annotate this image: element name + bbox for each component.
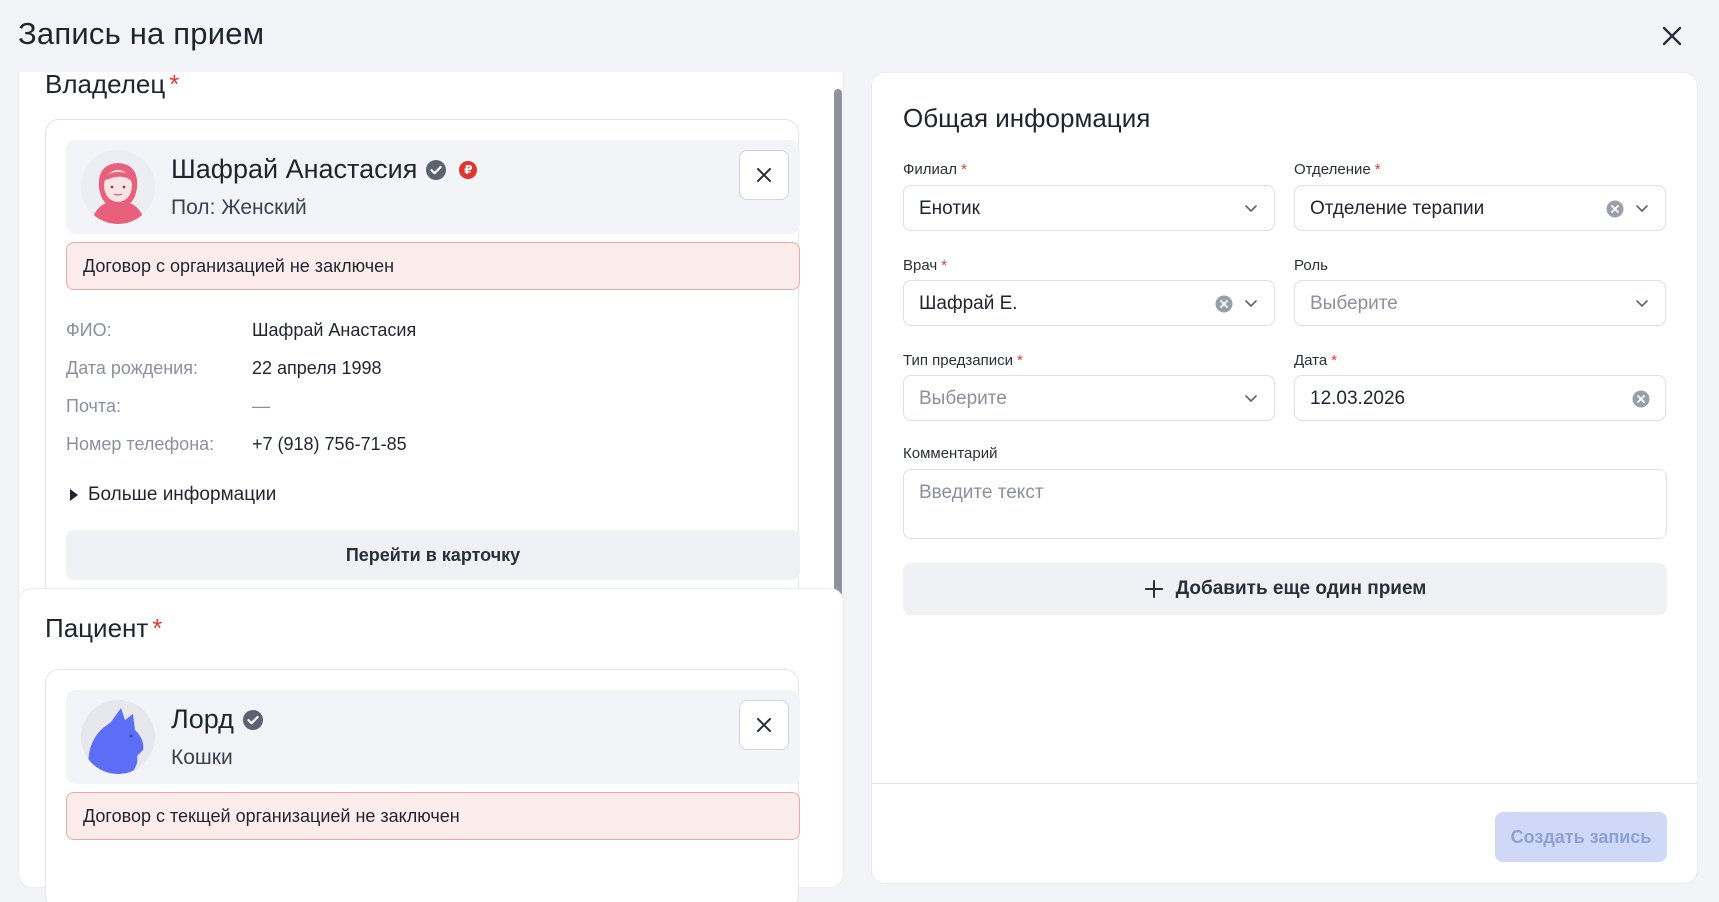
- comment-textarea[interactable]: Введите текст: [903, 469, 1667, 539]
- close-icon: [757, 168, 771, 182]
- info-label: Номер телефона:: [66, 434, 215, 454]
- create-record-button[interactable]: Создать запись: [1495, 812, 1667, 862]
- chevron-down-icon: [1245, 300, 1257, 308]
- required-mark: *: [1331, 352, 1338, 369]
- left-column: Владелец * Шафрай Анастасия ₽ Пол: Женск…: [18, 72, 844, 902]
- branch-label: Филиал *: [903, 161, 967, 178]
- department-select[interactable]: Отделение терапии: [1294, 185, 1666, 231]
- patient-card: Лорд Кошки Договор с текщей организацией…: [45, 669, 800, 902]
- plus-icon: [1144, 580, 1163, 598]
- role-label: Роль: [1294, 257, 1328, 274]
- info-value: +7 (918) 756-71-85: [252, 434, 407, 454]
- remove-patient-button[interactable]: [739, 700, 789, 750]
- owner-info: ФИО: Шафрай Анастасия Дата рождения: 22 …: [66, 320, 766, 472]
- verified-icon: [426, 159, 447, 180]
- info-value: 22 апреля 1998: [252, 358, 382, 378]
- owner-panel: Владелец * Шафрай Анастасия ₽ Пол: Женск…: [18, 72, 844, 632]
- doctor-value: Шафрай Е.: [919, 293, 1018, 314]
- pre-type-select[interactable]: Выберите: [903, 375, 1275, 421]
- footer-divider: [872, 783, 1697, 784]
- chevron-down-icon: [1636, 205, 1648, 213]
- owner-summary: Шафрай Анастасия ₽ Пол: Женский: [66, 140, 800, 234]
- info-row: ФИО: Шафрай Анастасия: [66, 320, 766, 358]
- label-text: Филиал: [903, 161, 958, 178]
- department-value: Отделение терапии: [1310, 198, 1485, 219]
- branch-value: Енотик: [919, 198, 980, 219]
- general-info-panel: Общая информация Филиал * Енотик Отделени…: [871, 72, 1698, 884]
- owner-contract-warning: Договор с организацией не заключен: [66, 242, 800, 290]
- required-mark: *: [941, 257, 948, 274]
- patient-section-title: Пациент *: [45, 613, 162, 644]
- verified-icon: [242, 709, 263, 730]
- pre-type-placeholder: Выберите: [919, 388, 1007, 409]
- close-modal-button[interactable]: [1656, 20, 1688, 52]
- chevron-down-icon: [1636, 300, 1648, 308]
- info-label: Дата рождения:: [66, 358, 198, 378]
- info-value: Шафрай Анастасия: [252, 320, 417, 340]
- doctor-label: Врач *: [903, 257, 947, 274]
- ruble-badge-icon: ₽: [459, 160, 478, 179]
- add-appointment-label: Добавить еще один прием: [1175, 578, 1427, 599]
- required-mark: *: [1017, 352, 1023, 369]
- date-input[interactable]: 12.03.2026: [1294, 375, 1666, 421]
- label-text: Тип предзаписи: [903, 352, 1014, 369]
- role-placeholder: Выберите: [1310, 293, 1398, 314]
- patient-summary: Лорд Кошки: [66, 690, 800, 784]
- info-row: Номер телефона: +7 (918) 756-71-85: [66, 434, 766, 472]
- more-info-toggle[interactable]: Больше информации: [70, 484, 276, 506]
- doctor-select[interactable]: Шафрай Е.: [903, 280, 1275, 326]
- owner-card: Шафрай Анастасия ₽ Пол: Женский Договор …: [45, 119, 800, 599]
- required-mark: *: [152, 613, 163, 643]
- caret-right-icon: [70, 489, 78, 501]
- label-text: Врач: [903, 257, 938, 274]
- add-appointment-button[interactable]: Добавить еще один прием: [903, 563, 1667, 615]
- role-select[interactable]: Выберите: [1294, 280, 1666, 326]
- info-label: ФИО:: [66, 320, 112, 340]
- owner-title-text: Владелец: [45, 72, 166, 99]
- owner-gender: Пол: Женский: [171, 196, 307, 219]
- patient-title-text: Пациент: [45, 613, 149, 643]
- modal-title: Запись на прием: [18, 16, 265, 51]
- required-mark: *: [961, 161, 967, 178]
- close-icon: [1662, 26, 1682, 46]
- required-mark: *: [169, 72, 180, 99]
- clear-icon[interactable]: [1214, 294, 1234, 314]
- date-value: 12.03.2026: [1310, 388, 1406, 409]
- owner-name-text: Шафрай Анастасия: [171, 154, 418, 184]
- owner-avatar: [81, 150, 155, 224]
- comment-label: Комментарий: [903, 445, 998, 462]
- info-row: Дата рождения: 22 апреля 1998: [66, 358, 766, 396]
- label-text: Дата: [1294, 352, 1328, 369]
- remove-owner-button[interactable]: [739, 150, 789, 200]
- branch-select[interactable]: Енотик: [903, 185, 1275, 231]
- clear-icon[interactable]: [1631, 389, 1651, 409]
- go-to-card-button[interactable]: Перейти в карточку: [66, 530, 800, 580]
- more-info-label: Больше информации: [88, 484, 277, 505]
- patient-panel: Пациент * Лорд Кошки Договор с текщей ор…: [18, 588, 844, 902]
- patient-name-text: Лорд: [171, 704, 234, 734]
- chevron-down-icon: [1245, 205, 1257, 213]
- clear-icon[interactable]: [1605, 199, 1625, 219]
- general-info-title: Общая информация: [903, 103, 1151, 133]
- patient-avatar: [81, 700, 155, 774]
- info-value: —: [252, 396, 270, 416]
- date-label: Дата *: [1294, 352, 1337, 369]
- patient-contract-warning: Договор с текщей организацией не заключе…: [66, 792, 800, 840]
- required-mark: *: [1374, 161, 1381, 178]
- pre-type-label: Тип предзаписи *: [903, 352, 1023, 369]
- info-label: Почта:: [66, 396, 121, 416]
- patient-species: Кошки: [171, 746, 233, 769]
- info-row: Почта: —: [66, 396, 766, 434]
- owner-section-title: Владелец *: [45, 72, 179, 100]
- chevron-down-icon: [1245, 395, 1257, 403]
- department-label: Отделение *: [1294, 161, 1381, 178]
- owner-name: Шафрай Анастасия ₽: [171, 154, 478, 185]
- scrollbar[interactable]: [834, 89, 842, 609]
- label-text: Отделение: [1294, 161, 1371, 178]
- patient-name: Лорд: [171, 704, 264, 735]
- close-icon: [757, 718, 771, 732]
